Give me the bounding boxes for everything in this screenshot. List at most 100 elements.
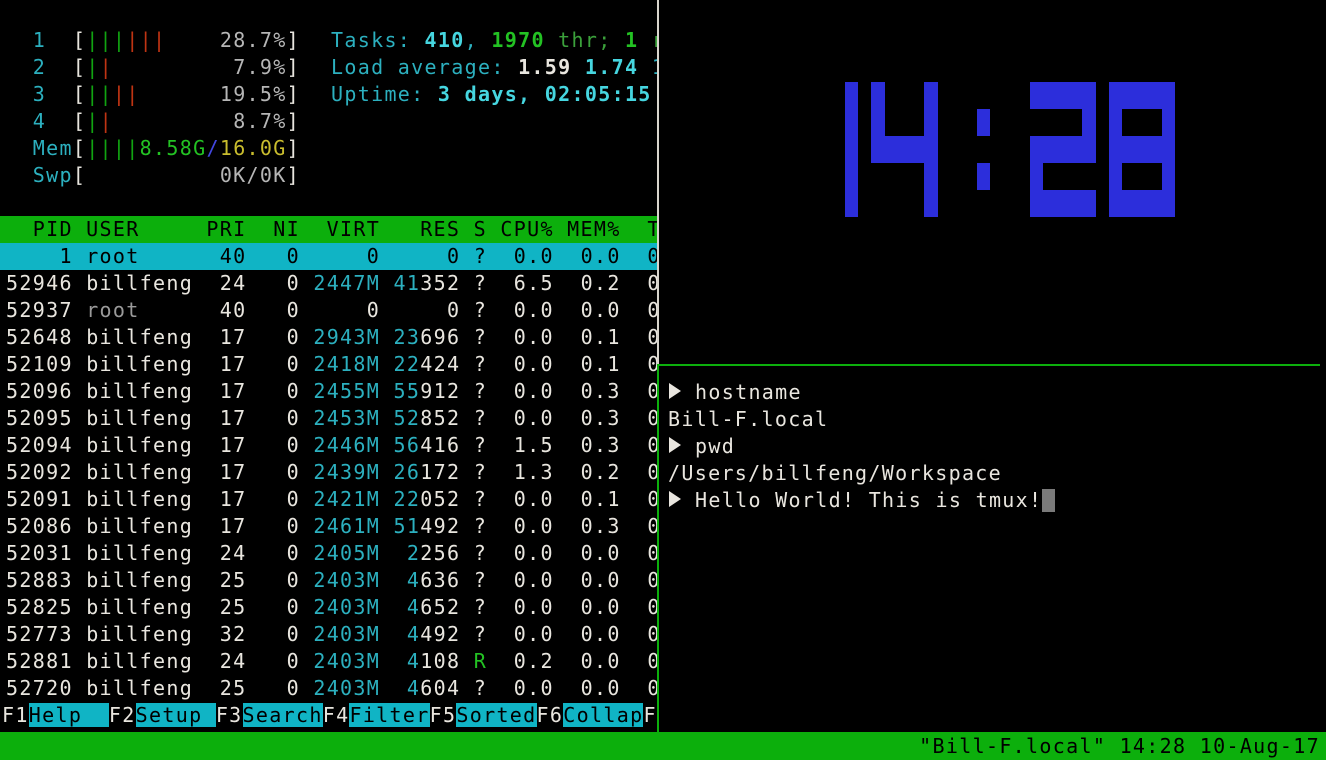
cell-user: billfeng [86,406,206,430]
cell-state: ? [474,676,487,700]
process-row[interactable]: 52086 billfeng 17 0 2461M 51492 ? 0.0 0.… [0,513,657,540]
gap [73,676,86,700]
meter-close-bracket: ] [287,55,300,79]
cell-virt: 2421M [300,487,380,511]
fkey-f1-label[interactable]: Help [29,703,109,727]
output-text: Bill-F.local [668,407,828,431]
cell-pid: 52773 [6,622,73,646]
clock-cell [1162,163,1176,190]
clock-cell [1109,190,1123,217]
gap [460,352,473,376]
process-row[interactable]: 52109 billfeng 17 0 2418M 22424 ? 0.0 0.… [0,351,657,378]
meter-value: 8.58G [140,136,207,160]
meter-open-bracket: [ [73,163,86,187]
cell-state: ? [474,622,487,646]
cell-res-hi: 55 [380,379,420,403]
clock-cell [1109,136,1123,163]
clock-cell [871,136,885,163]
clock-cell [1148,190,1162,217]
cell-res-hi: 4 [380,568,420,592]
fkey-f7-key[interactable]: F7 [643,703,657,727]
cell-res-lo: 0 [447,298,460,322]
process-row[interactable]: 52095 billfeng 17 0 2453M 52852 ? 0.0 0.… [0,405,657,432]
process-row[interactable]: 52648 billfeng 17 0 2943M 23696 ? 0.0 0.… [0,324,657,351]
cell-cpu-mem-time: 0.0 0.1 0: [487,325,657,349]
clock-cell [1069,82,1083,109]
cell-res-hi: 56 [380,433,420,457]
gap [73,244,86,268]
fkey-f3-label[interactable]: Search [243,703,323,727]
info-segment: Load average: [331,55,518,79]
clock-cell [1135,190,1149,217]
meter-value: 19.5% [220,82,287,106]
cell-res-hi: 22 [380,487,420,511]
output-text: /Users/billfeng/Workspace [668,461,1002,485]
cell-virt: 2447M [300,271,380,295]
gap [73,541,86,565]
fkey-f4-key[interactable]: F4 [323,703,350,727]
fkey-f1-key[interactable]: F1 [2,703,29,727]
cell-res-hi: 4 [380,649,420,673]
fkey-f4-label[interactable]: Filter [349,703,429,727]
cell-state: ? [474,271,487,295]
fkey-f6-label[interactable]: Collap [563,703,643,727]
process-row[interactable]: 52720 billfeng 25 0 2403M 4604 ? 0.0 0.0… [0,675,657,702]
process-row[interactable]: 52937 root 40 0 0 0 ? 0.0 0.0 0: [0,297,657,324]
process-row[interactable]: 52825 billfeng 25 0 2403M 4652 ? 0.0 0.0… [0,594,657,621]
cpu-meter-block: 1 [|||||| 28.7%] 2 [|| 7.9%] 3 [|||| 19.… [0,27,300,189]
process-row[interactable]: 52883 billfeng 25 0 2403M 4636 ? 0.0 0.0… [0,567,657,594]
tmux-clock [792,82,1262,217]
terminal-pane[interactable]: hostnameBill-F.localpwd/Users/billfeng/W… [662,366,1326,732]
tmux-screen: 1 [|||||| 28.7%] 2 [|| 7.9%] 3 [|||| 19.… [0,0,1326,760]
cell-res-lo: 696 [420,325,460,349]
clock-cell [1162,136,1176,163]
fkey-f5-key[interactable]: F5 [430,703,457,727]
cell-res-hi: 51 [380,514,420,538]
clock-cell [1056,136,1070,163]
meter-value: 16.0G [220,136,287,160]
process-row[interactable]: 52881 billfeng 24 0 2403M 4108 R 0.2 0.0… [0,648,657,675]
cell-pri-ni: 17 0 [206,325,300,349]
info-segment: thr; [545,28,625,52]
cell-cpu-mem-time: 0.0 0.0 0: [487,568,657,592]
meter-label: 4 [6,109,73,133]
htop-pane[interactable]: 1 [|||||| 28.7%] 2 [|| 7.9%] 3 [|||| 19.… [0,0,657,730]
cell-pid: 52937 [6,298,73,322]
meter-bars: | [86,109,99,133]
cell-state: R [474,649,487,673]
prompt-arrow-icon [669,437,681,453]
fkey-f3-key[interactable]: F3 [216,703,243,727]
pane-border-vertical-bottom[interactable] [657,364,659,732]
meter-row-1: 1 [|||||| 28.7%] [0,27,300,54]
table-header-row[interactable]: PID USER PRI NI VIRT RES S CPU% MEM% T [0,216,657,243]
process-row[interactable]: 52031 billfeng 24 0 2405M 2256 ? 0.0 0.0… [0,540,657,567]
process-row[interactable]: 52773 billfeng 32 0 2403M 4492 ? 0.0 0.0… [0,621,657,648]
cell-state: ? [474,595,487,619]
cell-virt: 2403M [300,676,380,700]
cell-user: billfeng [86,460,206,484]
process-row[interactable]: 52096 billfeng 17 0 2455M 55912 ? 0.0 0.… [0,378,657,405]
clock-pane[interactable] [662,0,1326,364]
fkey-f5-label[interactable]: Sorted [456,703,536,727]
process-row[interactable]: 52094 billfeng 17 0 2446M 56416 ? 1.5 0.… [0,432,657,459]
gap [73,595,86,619]
clock-cell [1082,136,1096,163]
process-row[interactable]: 52092 billfeng 17 0 2439M 26172 ? 1.3 0.… [0,459,657,486]
process-row[interactable]: 52091 billfeng 17 0 2421M 22052 ? 0.0 0.… [0,486,657,513]
meter-row-2: 2 [|| 7.9%] [0,54,300,81]
cell-cpu-mem-time: 6.5 0.2 0: [487,271,657,295]
cell-user: billfeng [86,352,206,376]
gap [460,298,473,322]
cell-res-hi: 4 [380,595,420,619]
cell-res-lo: 108 [420,649,460,673]
fkey-f2-key[interactable]: F2 [109,703,136,727]
fkey-f6-key[interactable]: F6 [537,703,564,727]
clock-cell [845,109,859,136]
info-block: Tasks: 410, 1970 thr; 1 ruLoad average: … [325,27,657,108]
clock-cell [1056,82,1070,109]
fkey-f2-label[interactable]: Setup [136,703,216,727]
terminal-cursor [1042,489,1055,512]
pane-border-vertical-top[interactable] [657,0,659,364]
process-row[interactable]: 1 root 40 0 0 0 ? 0.0 0.0 0: [0,243,657,270]
process-row[interactable]: 52946 billfeng 24 0 2447M 41352 ? 6.5 0.… [0,270,657,297]
